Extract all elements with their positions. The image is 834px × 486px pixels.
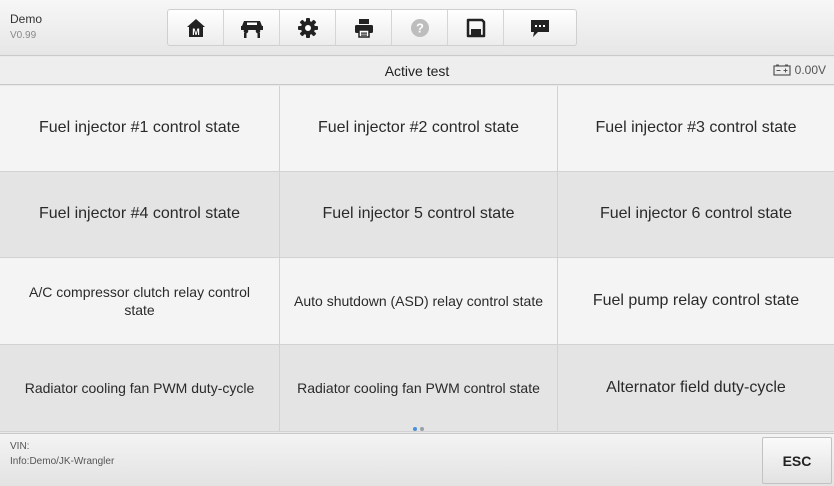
app-version: V0.99 (10, 30, 37, 41)
test-item-fuel-pump-relay[interactable]: Fuel pump relay control state (558, 258, 834, 345)
test-item-fuel-injector-1[interactable]: Fuel injector #1 control state (0, 86, 280, 172)
home-button[interactable]: M (168, 10, 224, 45)
message-button[interactable] (504, 10, 576, 45)
test-item-fuel-injector-2[interactable]: Fuel injector #2 control state (280, 86, 558, 172)
vehicle-info: Info:Demo/JK-Wrangler (10, 456, 115, 467)
esc-button[interactable]: ESC (762, 437, 832, 484)
message-icon (531, 19, 549, 37)
top-bar: Demo V0.99 M ? (0, 0, 834, 56)
test-item-fuel-injector-4[interactable]: Fuel injector #4 control state (0, 172, 280, 258)
printer-icon (354, 18, 373, 38)
help-button[interactable]: ? (392, 10, 448, 45)
save-button[interactable] (448, 10, 504, 45)
settings-button[interactable] (280, 10, 336, 45)
page-indicator (413, 427, 424, 431)
help-icon: ? (410, 18, 429, 37)
battery-icon (773, 64, 791, 76)
test-item-cooling-fan-duty-cycle[interactable]: Radiator cooling fan PWM duty-cycle (0, 345, 280, 432)
battery-voltage: 0.00V (794, 63, 826, 77)
battery-status: 0.00V (773, 63, 826, 77)
vehicle-button[interactable] (224, 10, 280, 45)
home-icon: M (186, 18, 205, 37)
page-title: Active test (384, 63, 450, 79)
test-item-alternator-field[interactable]: Alternator field duty-cycle (558, 345, 834, 432)
vin-label: VIN: (10, 441, 30, 452)
app-name: Demo (10, 12, 43, 26)
test-item-cooling-fan-control-state[interactable]: Radiator cooling fan PWM control state (280, 345, 558, 432)
help-icon-glyph: ? (416, 20, 424, 35)
active-test-grid: Fuel injector #1 control state Fuel inje… (0, 86, 834, 432)
test-item-asd-relay[interactable]: Auto shutdown (ASD) relay control state (280, 258, 558, 345)
page-dot-1 (413, 427, 417, 431)
footer-bar: VIN: Info:Demo/JK-Wrangler ESC (0, 433, 834, 486)
test-item-fuel-injector-5[interactable]: Fuel injector 5 control state (280, 172, 558, 258)
home-icon-letter: M (192, 27, 200, 37)
toolbar: M ? (167, 9, 577, 46)
vehicle-lift-icon (240, 20, 263, 38)
test-item-fuel-injector-3[interactable]: Fuel injector #3 control state (558, 86, 834, 172)
print-button[interactable] (336, 10, 392, 45)
title-bar: Active test 0.00V (0, 57, 834, 85)
test-item-fuel-injector-6[interactable]: Fuel injector 6 control state (558, 172, 834, 258)
test-item-ac-compressor-relay[interactable]: A/C compressor clutch relay control stat… (0, 258, 280, 345)
settings-gear-icon (297, 17, 318, 38)
page-dot-2 (420, 427, 424, 431)
save-icon (466, 18, 485, 37)
